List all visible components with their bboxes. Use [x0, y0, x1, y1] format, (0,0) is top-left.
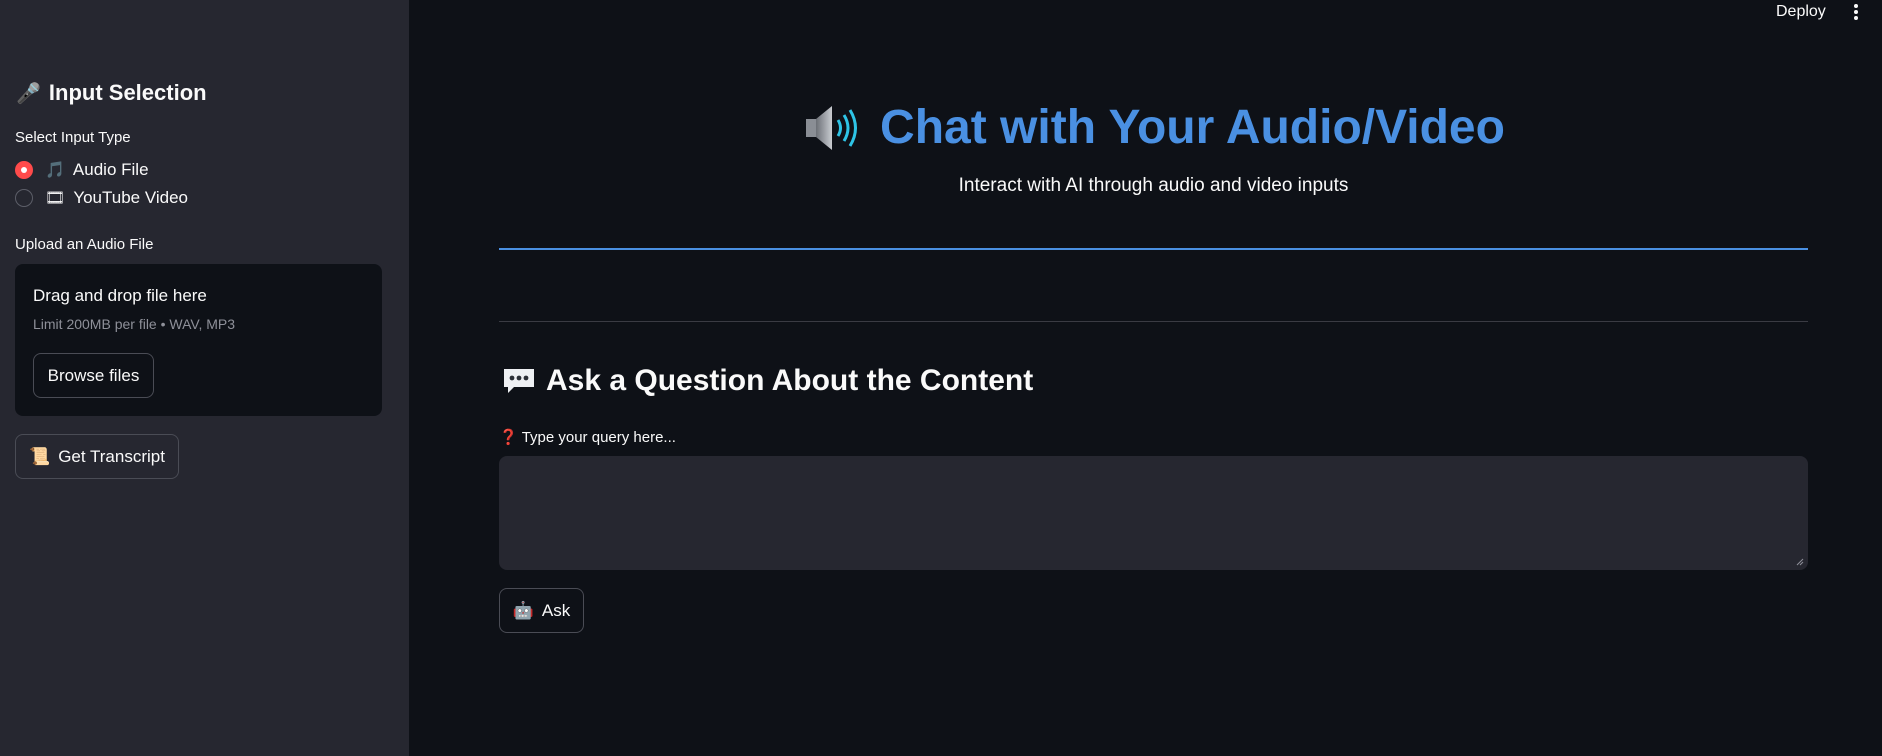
speaker-icon — [806, 105, 858, 150]
page-title-text: Chat with Your Audio/Video — [880, 101, 1505, 154]
get-transcript-label: Get Transcript — [58, 446, 165, 466]
film-icon: 🎞 — [45, 190, 66, 207]
scroll-icon: 📜 — [29, 446, 51, 466]
get-transcript-button[interactable]: 📜 Get Transcript — [15, 434, 179, 479]
sidebar-title-text: Input Selection — [48, 80, 207, 105]
divider — [499, 321, 1808, 322]
query-label: ❓ Type your query here... — [499, 428, 676, 446]
musical-notes-icon: 🎵 — [45, 162, 65, 179]
resize-handle-icon[interactable] — [1796, 558, 1804, 566]
sidebar-title: 🎤 Input Selection — [16, 80, 207, 106]
ask-label: Ask — [541, 600, 571, 620]
divider-blue — [499, 248, 1808, 250]
dropzone-title: Drag and drop file here — [33, 286, 207, 305]
main-menu-icon[interactable] — [1850, 2, 1862, 22]
input-type-label: Select Input Type — [15, 129, 131, 146]
radio-audio-file[interactable]: 🎵 Audio File — [15, 160, 149, 180]
query-input[interactable] — [499, 456, 1808, 570]
section-title-text: Ask a Question About the Content — [546, 364, 1034, 397]
sidebar: 🎤 Input Selection Select Input Type 🎵 Au… — [0, 0, 409, 756]
query-label-text: Type your query here... — [521, 429, 676, 446]
radio-youtube-video[interactable]: 🎞 YouTube Video — [15, 188, 188, 208]
app-window: 🎤 Input Selection Select Input Type 🎵 Au… — [0, 0, 1882, 756]
page-subtitle: Interact with AI through audio and video… — [958, 174, 1349, 196]
file-dropzone[interactable]: Drag and drop file here Limit 200MB per … — [15, 264, 382, 416]
page-title: Chat with Your Audio/Video — [802, 100, 1505, 155]
deploy-button[interactable]: Deploy — [1776, 3, 1826, 21]
microphone-icon: 🎤 — [16, 82, 41, 105]
section-title: Ask a Question About the Content — [502, 364, 1033, 398]
browse-files-button[interactable]: Browse files — [33, 353, 154, 398]
radio-button-checked[interactable] — [15, 161, 33, 179]
radio-label-youtube: YouTube Video — [73, 188, 189, 207]
dropzone-limit-text: Limit 200MB per file • WAV, MP3 — [33, 316, 236, 332]
radio-label-audio: Audio File — [72, 160, 149, 179]
ask-button[interactable]: 🤖 Ask — [499, 588, 584, 633]
radio-button-unchecked[interactable] — [15, 189, 33, 207]
speech-bubble-icon — [504, 369, 534, 393]
question-mark-icon: ❓ — [499, 429, 518, 446]
robot-icon: 🤖 — [512, 600, 534, 620]
upload-label: Upload an Audio File — [15, 236, 154, 253]
hero-header: Chat with Your Audio/Video Interact with… — [499, 100, 1808, 197]
